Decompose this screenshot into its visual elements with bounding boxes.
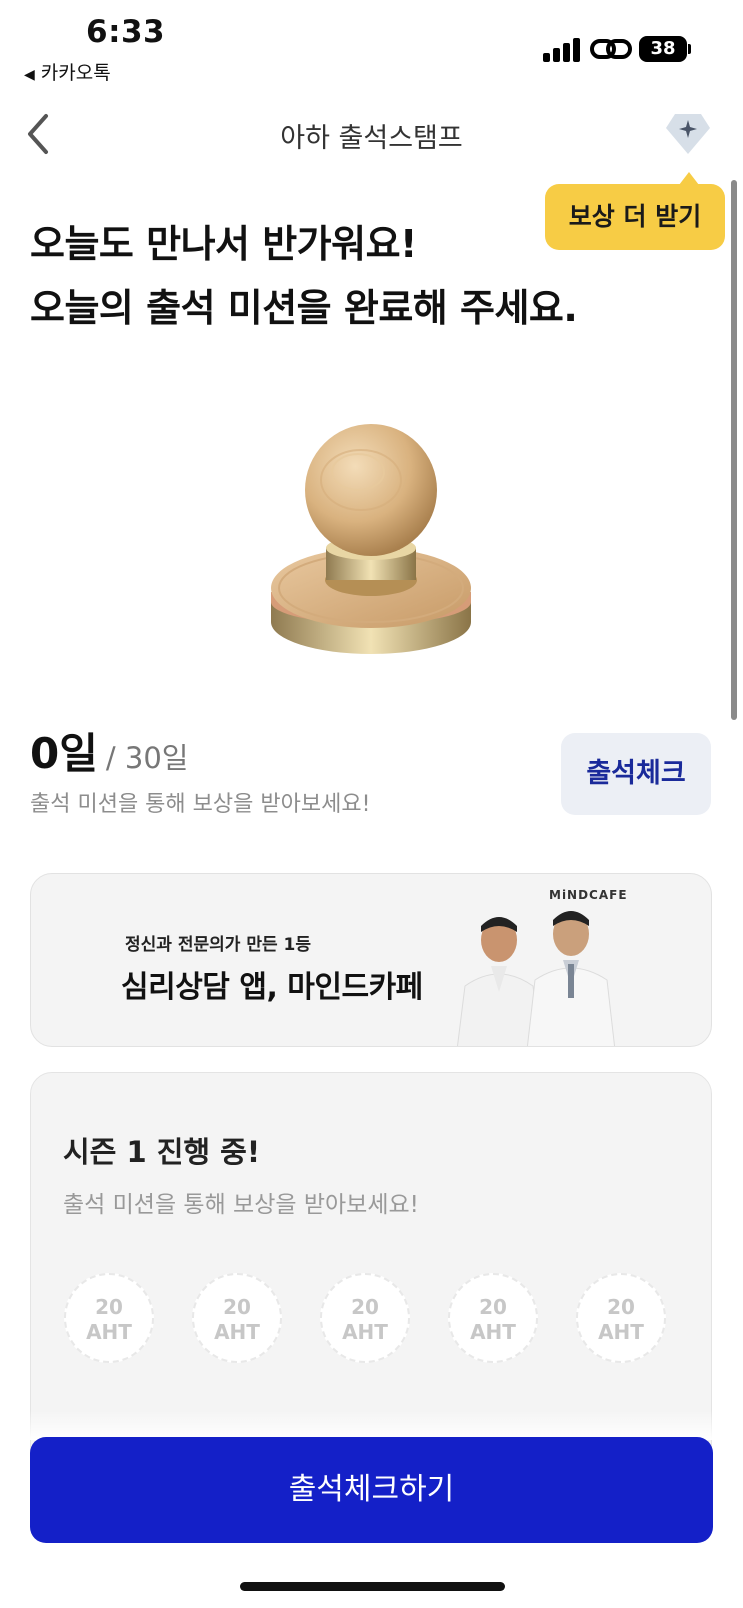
reward-amount: 20 [607,1295,635,1319]
scrollbar[interactable] [731,180,737,720]
headline-line1: 오늘도 만나서 반가워요! [30,222,417,266]
home-indicator[interactable] [240,1582,505,1591]
back-to-app-link[interactable]: ◀ 카카오톡 [24,58,111,85]
status-time: 6:33 [86,14,166,50]
signal-icon [543,36,583,62]
reward-coin: 20 AHT [576,1273,666,1363]
headline-line2: 오늘의 출석 미션을 완료해 주세요. [30,286,578,330]
attendance-check-cta-button[interactable]: 출석체크하기 [30,1437,713,1543]
reward-unit: AHT [214,1320,260,1344]
reward-amount: 20 [479,1295,507,1319]
more-rewards-label: 보상 더 받기 [568,202,702,231]
personal-hotspot-icon [590,39,632,59]
reward-amount: 20 [351,1295,379,1319]
attendance-description: 출석 미션을 통해 보상을 받아보세요! [30,792,371,817]
banner-title: 심리상담 앱, 마인드카페 [121,970,423,1005]
season-title: 시즌 1 진행 중! [63,1135,261,1169]
headline: 오늘도 만나서 반가워요! 오늘의 출석 미션을 완료해 주세요. [30,212,578,340]
reward-unit: AHT [86,1320,132,1344]
banner-subtitle: 정신과 전문의가 만든 1등 [125,935,311,955]
diamond-sparkle-icon[interactable] [665,110,711,158]
attendance-total-days: / 30일 [105,741,189,775]
reward-unit: AHT [470,1320,516,1344]
reward-coin: 20 AHT [320,1273,410,1363]
battery-level: 38 [639,36,687,62]
attendance-progress: 0일/ 30일 [30,720,188,781]
reward-unit: AHT [342,1320,388,1344]
page-title: 아하 출석스탬프 [280,123,463,154]
reward-coin: 20 AHT [192,1273,282,1363]
season-description: 출석 미션을 통해 보상을 받아보세요! [63,1192,419,1218]
reward-amount: 20 [223,1295,251,1319]
back-triangle-icon: ◀ [24,67,35,83]
reward-coin: 20 AHT [448,1273,538,1363]
status-bar: 6:33 ◀ 카카오톡 38 [0,0,743,92]
battery-icon: 38 [639,36,691,62]
back-app-label: 카카오톡 [40,62,111,84]
scroll-fade [30,1410,712,1440]
reward-coin: 20 AHT [64,1273,154,1363]
attendance-current-days: 0일 [30,729,98,778]
banner-brand: MiNDCAFE [549,888,628,902]
nav-bar: 아하 출석스탬프 [0,100,743,170]
doctors-image [456,911,616,1046]
reward-unit: AHT [598,1320,644,1344]
mindcafe-banner[interactable]: MiNDCAFE 정신과 전문의가 만든 1등 심리상담 앱, 마인드카페 [30,873,712,1047]
reward-amount: 20 [95,1295,123,1319]
attendance-check-button[interactable]: 출석체크 [561,733,711,815]
wooden-stamp-illustration [271,424,471,654]
